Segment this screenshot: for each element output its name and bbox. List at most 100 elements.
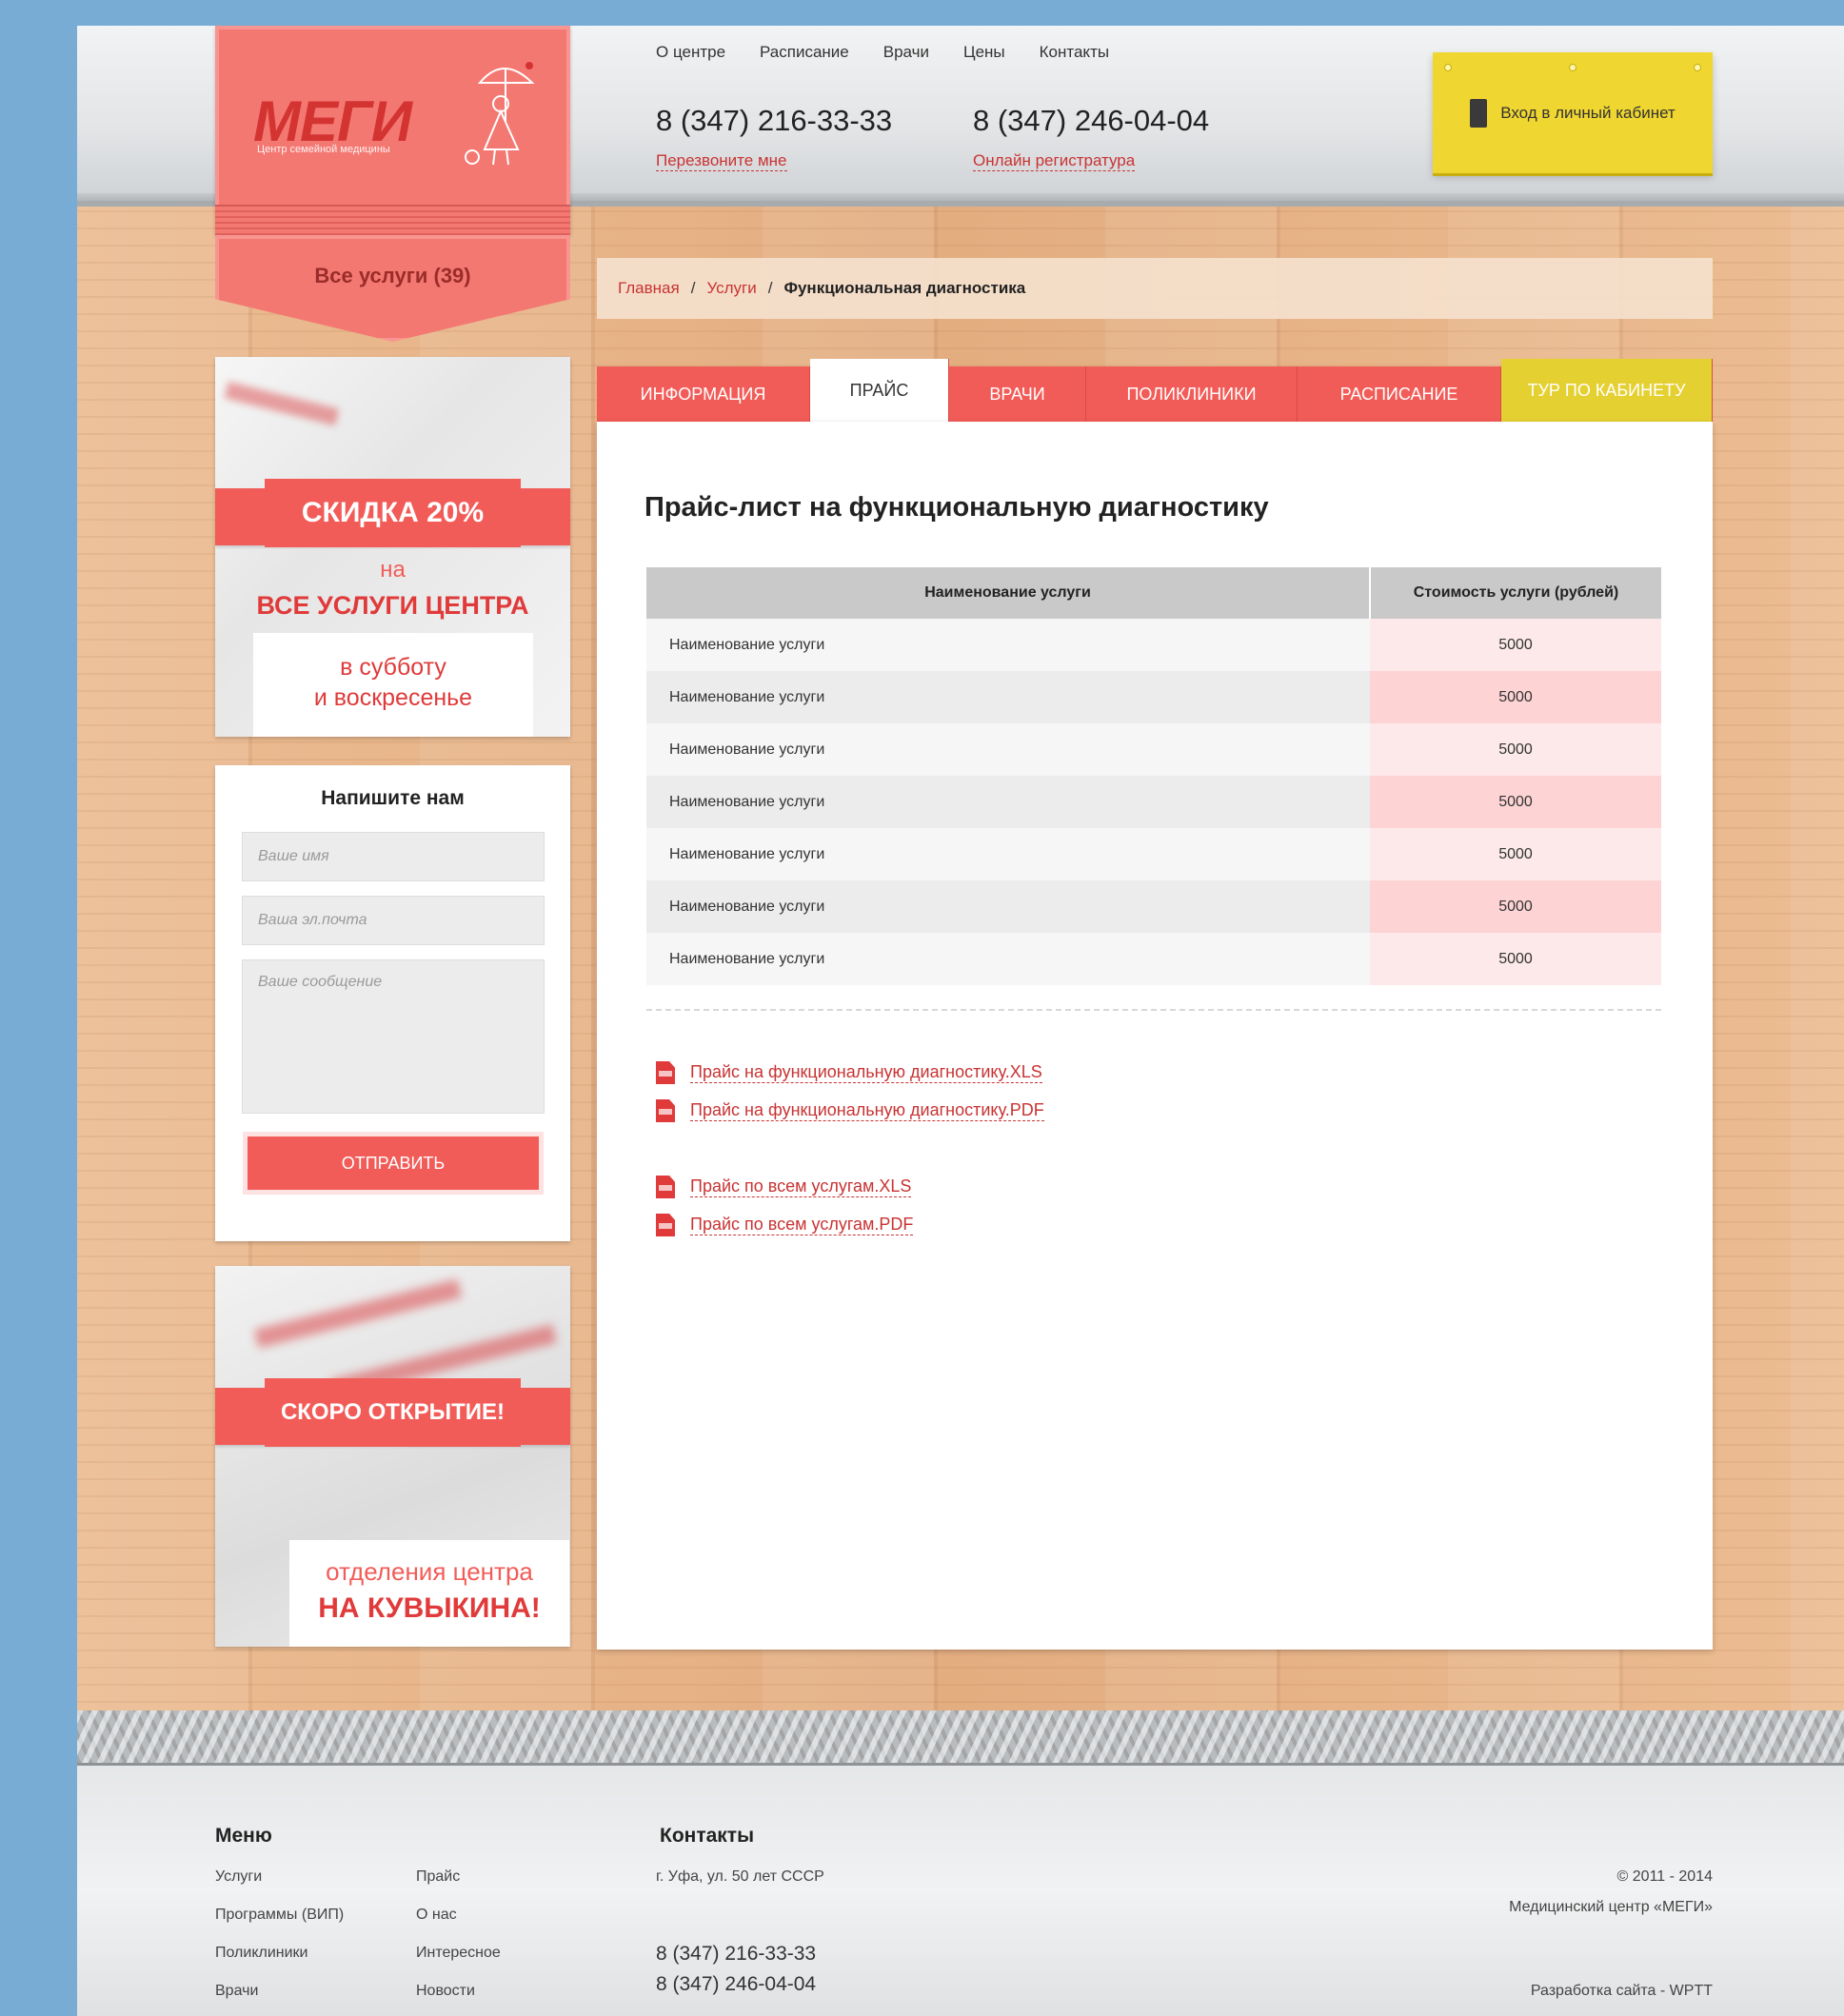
name-field[interactable] — [242, 832, 545, 881]
pdf-file-icon — [656, 1214, 675, 1236]
footer-link-doctors[interactable]: Врачи — [215, 1983, 258, 2000]
discount-headline: СКИДКА 20% — [265, 479, 521, 547]
nav-contacts[interactable]: Контакты — [1040, 43, 1109, 62]
phone-2: 8 (347) 246-04-04 — [973, 104, 1210, 137]
file-link[interactable]: Прайс по всем услугам.PDF — [690, 1215, 914, 1235]
door-icon — [1470, 98, 1488, 128]
online-registration-link[interactable]: Онлайн регистратура — [973, 151, 1136, 171]
footer-link-interesting[interactable]: Интересное — [416, 1945, 501, 1962]
divider — [646, 1009, 1661, 1011]
opening-promo-banner[interactable]: СКОРО ОТКРЫТИЕ! отделения центра НА КУВЫ… — [215, 1266, 570, 1647]
nav-doctors[interactable]: Врачи — [883, 43, 929, 62]
footer-developer: Разработка сайта - WPTT — [1530, 1983, 1713, 1999]
footer-copyright: © 2011 - 2014 — [1616, 1868, 1713, 1885]
file-link[interactable]: Прайс на функциональную диагностику.PDF — [690, 1100, 1044, 1121]
breadcrumb-separator: / — [690, 279, 696, 297]
all-services-ribbon[interactable]: Все услуги (39) — [215, 235, 570, 342]
tab-price[interactable]: ПРАЙС — [810, 359, 949, 422]
opening-text: отделения центра — [326, 1557, 533, 1586]
footer-phone-2: 8 (347) 246-04-04 — [656, 1973, 817, 1995]
table-row: Наименование услуги 5000 — [646, 671, 1661, 723]
main-content: Прайс-лист на функциональную диагностику… — [597, 422, 1713, 1650]
footer-divider — [77, 1710, 1844, 1766]
send-button[interactable]: ОТПРАВИТЬ — [248, 1136, 539, 1190]
service-name-cell: Наименование услуги — [646, 933, 1370, 985]
footer-link-services[interactable]: Услуги — [215, 1868, 262, 1886]
discount-text: на — [380, 557, 406, 583]
breadcrumb-separator: / — [767, 279, 773, 297]
xls-file-icon — [656, 1061, 675, 1084]
opening-headline: СКОРО ОТКРЫТИЕ! — [265, 1378, 521, 1447]
tab-doctors[interactable]: ВРАЧИ — [949, 366, 1086, 422]
file-link[interactable]: Прайс по всем услугам.XLS — [690, 1176, 912, 1197]
service-price-cell: 5000 — [1370, 933, 1661, 985]
promo-ribbon: СКИДКА 20% — [215, 479, 570, 547]
footer-phone-1: 8 (347) 216-33-33 — [656, 1943, 817, 1965]
service-name-cell: Наименование услуги — [646, 776, 1370, 828]
file-item: Прайс на функциональную диагностику.XLS — [656, 1054, 1044, 1092]
page-title: Прайс-лист на функциональную диагностику — [644, 492, 1269, 523]
logo[interactable]: МЕГИ Центр семейной медицины — [215, 26, 570, 235]
logo-banner: МЕГИ Центр семейной медицины Все услуги … — [215, 26, 570, 342]
xls-file-icon — [656, 1176, 675, 1198]
service-price-cell: 5000 — [1370, 776, 1661, 828]
email-field[interactable] — [242, 896, 545, 945]
tab-cabinet-tour[interactable]: ТУР ПО КАБИНЕТУ — [1501, 359, 1713, 422]
footer-menu-title: Меню — [215, 1825, 272, 1847]
promo-ribbon: СКОРО ОТКРЫТИЕ! — [215, 1378, 570, 1447]
file-list-all: Прайс по всем услугам.XLS Прайс по всем … — [656, 1168, 914, 1244]
footer-link-news[interactable]: Новости — [416, 1983, 475, 2000]
service-price-cell: 5000 — [1370, 619, 1661, 671]
discount-promo-banner[interactable]: СКИДКА 20% на ВСЕ УСЛУГИ ЦЕНТРА в суббот… — [215, 357, 570, 737]
callback-link[interactable]: Перезвоните мне — [656, 151, 787, 171]
file-list-diagnostics: Прайс на функциональную диагностику.XLS … — [656, 1054, 1044, 1130]
nav-schedule[interactable]: Расписание — [760, 43, 849, 62]
breadcrumb: Главная / Услуги / Функциональная диагно… — [597, 258, 1713, 319]
table-row: Наименование услуги 5000 — [646, 933, 1661, 985]
column-header-service: Наименование услуги — [646, 567, 1371, 619]
discount-text: и воскресенье — [313, 684, 473, 711]
footer-company: Медицинский центр «МЕГИ» — [1509, 1899, 1713, 1915]
service-price-cell: 5000 — [1370, 671, 1661, 723]
service-name-cell: Наименование услуги — [646, 619, 1370, 671]
footer-link-price[interactable]: Прайс — [416, 1868, 460, 1886]
contact-form: Напишите нам ОТПРАВИТЬ — [215, 765, 570, 1241]
discount-text: ВСЕ УСЛУГИ ЦЕНТРА — [256, 591, 529, 620]
footer-link-about[interactable]: О нас — [416, 1907, 457, 1924]
tab-information[interactable]: ИНФОРМАЦИЯ — [597, 366, 810, 422]
top-nav: О центре Расписание Врачи Цены Контакты — [656, 43, 1109, 62]
footer-link-programs[interactable]: Программы (ВИП) — [215, 1907, 344, 1924]
pin-icon — [1444, 64, 1452, 71]
table-row: Наименование услуги 5000 — [646, 880, 1661, 933]
service-name-cell: Наименование услуги — [646, 828, 1370, 880]
file-item: Прайс на функциональную диагностику.PDF — [656, 1092, 1044, 1130]
opening-department: отделения центра НА КУВЫКИНА! — [289, 1540, 569, 1647]
discount-days: в субботу и воскресенье — [253, 633, 533, 737]
file-link[interactable]: Прайс на функциональную диагностику.XLS — [690, 1062, 1042, 1083]
tabs: ИНФОРМАЦИЯ ПРАЙС ВРАЧИ ПОЛИКЛИНИКИ РАСПИ… — [597, 359, 1713, 422]
message-field[interactable] — [242, 959, 545, 1114]
file-item: Прайс по всем услугам.PDF — [656, 1206, 914, 1244]
tab-clinics[interactable]: ПОЛИКЛИНИКИ — [1086, 366, 1298, 422]
footer-link-clinics[interactable]: Поликлиники — [215, 1945, 307, 1962]
tab-schedule[interactable]: РАСПИСАНИЕ — [1298, 366, 1501, 422]
service-price-cell: 5000 — [1370, 880, 1661, 933]
service-name-cell: Наименование услуги — [646, 671, 1370, 723]
decor — [224, 381, 340, 426]
table-header-row: Наименование услуги Стоимость услуги (ру… — [646, 567, 1661, 619]
cabinet-login-label: Вход в личный кабинет — [1500, 103, 1675, 122]
service-name-cell: Наименование услуги — [646, 880, 1370, 933]
page: О центре Расписание Врачи Цены Контакты … — [77, 26, 1844, 2016]
nav-about[interactable]: О центре — [656, 43, 725, 62]
phone-1: 8 (347) 216-33-33 — [656, 104, 893, 137]
table-row: Наименование услуги 5000 — [646, 619, 1661, 671]
breadcrumb-services[interactable]: Услуги — [706, 279, 756, 298]
table-row: Наименование услуги 5000 — [646, 723, 1661, 776]
breadcrumb-current: Функциональная диагностика — [783, 279, 1026, 297]
nav-prices[interactable]: Цены — [963, 43, 1005, 62]
breadcrumb-home[interactable]: Главная — [618, 279, 680, 298]
all-services-label: Все услуги (39) — [314, 264, 471, 287]
discount-text: в субботу — [340, 654, 446, 681]
cabinet-login-button[interactable]: Вход в личный кабинет — [1433, 52, 1713, 173]
service-price-cell: 5000 — [1370, 723, 1661, 776]
